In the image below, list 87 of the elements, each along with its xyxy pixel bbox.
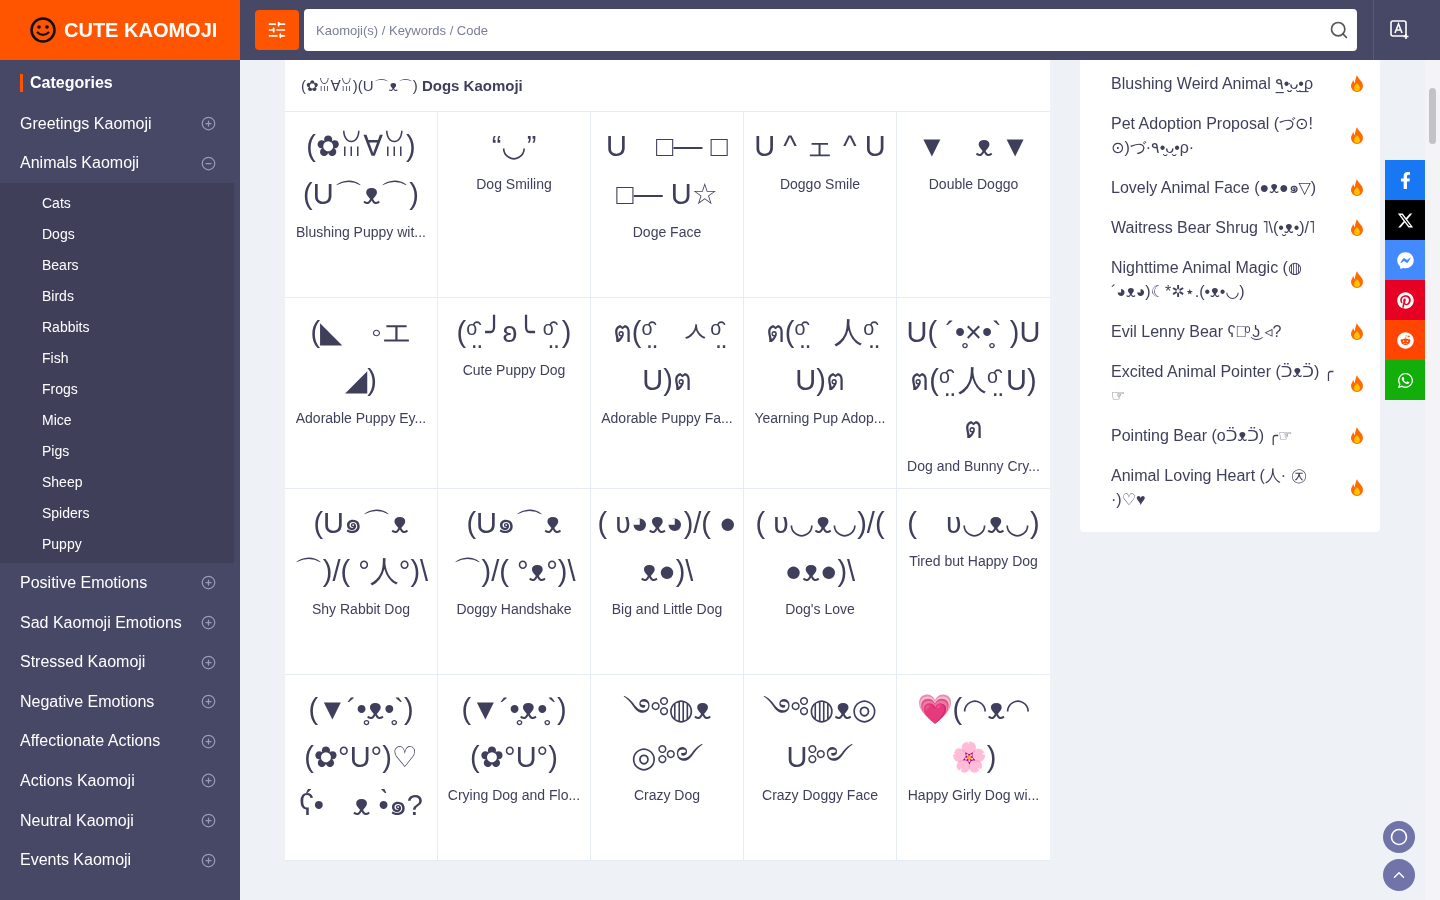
filter-button[interactable]: [255, 10, 299, 50]
scrollbar[interactable]: [1425, 60, 1440, 900]
search-field[interactable]: Kaomoji(s) / Keywords / Code: [304, 9, 1357, 51]
trending-item[interactable]: Excited Animal Pointer (ᑒᴥᑒ) ╭☞: [1080, 352, 1380, 416]
kaomoji-tile[interactable]: ( ʋ◡ᴥ◡) Tired but Happy Dog: [897, 489, 1050, 675]
fire-icon: [1350, 375, 1364, 393]
messenger-icon: [1396, 251, 1414, 269]
sliders-icon: [267, 20, 287, 40]
kaomoji-tile[interactable]: (ᵒ̤̑ ╯ʚ╰ ᵒ̤̑ ) Cute Puppy Dog: [438, 298, 591, 489]
category-item[interactable]: Positive Emotions: [0, 563, 240, 603]
fire-icon: [1350, 479, 1364, 497]
fire-icon: [1350, 75, 1364, 93]
subcategory-item[interactable]: Spiders: [0, 497, 234, 529]
category-item[interactable]: Sad Kaomoji Emotions: [0, 602, 240, 643]
category-item[interactable]: Negative Emotions: [0, 681, 240, 722]
scroll-top-button[interactable]: [1383, 859, 1415, 891]
kaomoji-tile[interactable]: (U๑⌒ᴥ⌒)/( °人°)\ Shy Rabbit Dog: [285, 489, 438, 675]
category-item[interactable]: Neutral Kaomoji: [0, 800, 240, 841]
trending-item[interactable]: Lovely Animal Face (●ᴥ●๑▽): [1080, 168, 1380, 208]
kaomoji-tile[interactable]: ( ʋ◕ᴥ◕)/( ●ᴥ●)\ Big and Little Dog: [591, 489, 744, 675]
kaomoji-tile[interactable]: ༺◍ᴥ◎U༻ Crazy Doggy Face: [744, 675, 897, 861]
kaomoji-tile[interactable]: 💗(◠ᴥ◠ 🌸) Happy Girly Dog wi...: [897, 675, 1050, 861]
subcategory-item[interactable]: Puppy: [0, 528, 234, 560]
subcategory-item[interactable]: Fish: [0, 342, 234, 374]
subcategory-item[interactable]: Mice: [0, 404, 234, 436]
trending-item[interactable]: Evil Lenny Bear ʕ▹ͦ ͜ʖ ◃?: [1080, 312, 1380, 352]
kaomoji-tile[interactable]: U □— □ □— U☆ Doge Face: [591, 112, 744, 298]
kaomoji-tile[interactable]: ( ʋ◡ᴥ◡)/( ●ᴥ●)\ Dog's Love: [744, 489, 897, 675]
sidebar-title: Categories: [20, 74, 240, 92]
kaomoji-tile[interactable]: (▼´•̥ᴥ•̥`)(✿°U°) Crying Dog and Flo...: [438, 675, 591, 861]
smiley-icon: [30, 17, 56, 43]
expand-icon[interactable]: [201, 654, 216, 670]
trending-item[interactable]: Waitress Bear Shrug ˥\(•̮ᴥ•̮)/˥: [1080, 208, 1380, 248]
expand-icon[interactable]: [201, 116, 216, 132]
expand-icon[interactable]: [201, 694, 216, 710]
expand-icon[interactable]: [201, 615, 216, 631]
category-item[interactable]: Greetings Kaomoji: [0, 104, 240, 144]
expand-icon[interactable]: [201, 813, 216, 829]
section-title: (✿ꈍ∀ꈍ)(U⌒ᴥ⌒) Dogs Kaomoji: [285, 60, 1050, 112]
category-item[interactable]: Stressed Kaomoji: [0, 642, 240, 682]
category-item[interactable]: Animals Kaomoji: [0, 143, 240, 184]
kaomoji-tile[interactable]: “◡” Dog Smiling: [438, 112, 591, 298]
trending-item[interactable]: Nighttime Animal Magic (◍ ´◕ᴥ◕)☾*✲⋆.(•ᴥ•◡): [1080, 248, 1380, 312]
subcategory-item[interactable]: Pigs: [0, 435, 234, 467]
trending-item[interactable]: Pointing Bear (oᑒᴥᑒ) ╭☞: [1080, 416, 1380, 456]
kaomoji-tile[interactable]: ต(ᵒ̤̑ 人ᵒ̤̑ U)ต Yearning Pup Adop...: [744, 298, 897, 489]
fire-icon: [1350, 427, 1364, 445]
subcategory-item[interactable]: Dogs: [0, 218, 234, 250]
reddit-icon: [1396, 331, 1414, 349]
kaomoji-tile[interactable]: U ^ ェ ^ U Doggo Smile: [744, 112, 897, 298]
x-icon: [1396, 211, 1414, 229]
trending-item[interactable]: Blushing Weird Animal ٩̲•ּ̮̮ᴗ̮•̲ρ: [1080, 64, 1380, 104]
whatsapp-icon: [1396, 371, 1414, 389]
fire-icon: [1350, 179, 1364, 197]
expand-icon[interactable]: [201, 852, 216, 868]
search-icon[interactable]: [1329, 20, 1349, 40]
kaomoji-tile[interactable]: U( ´•̥×•̥` )Uต(ᵒ̤̑ 人ᵒ̤̑ U)ต Dog and Bunny Cry...: [897, 298, 1050, 489]
pinterest-icon: [1396, 291, 1414, 309]
subcategory-item[interactable]: Sheep: [0, 466, 234, 498]
fire-icon: [1350, 271, 1364, 289]
kaomoji-tile[interactable]: (U๑⌒ᴥ⌒)/( °ᴥ°)\ Doggy Handshake: [438, 489, 591, 675]
expand-icon[interactable]: [201, 575, 216, 591]
add-text-icon[interactable]: [1390, 20, 1410, 40]
share-button[interactable]: [1385, 200, 1425, 240]
fire-icon: [1350, 127, 1364, 145]
collapse-icon[interactable]: [201, 155, 216, 171]
subcategory-item[interactable]: Cats: [0, 187, 234, 219]
kaomoji-tile[interactable]: ▼ ᴥ ▼ Double Doggo: [897, 112, 1050, 298]
subcategory-item[interactable]: Birds: [0, 280, 234, 312]
expand-icon[interactable]: [201, 773, 216, 789]
kaomoji-tile[interactable]: ต(ᵒ̤̑ ㅅᵒ̤̑ U)ต Adorable Puppy Fa...: [591, 298, 744, 489]
trending-item[interactable]: Animal Loving Heart (人· ㉨·)♡♥: [1080, 456, 1380, 520]
fire-icon: [1350, 323, 1364, 341]
fire-icon: [1350, 219, 1364, 237]
category-item[interactable]: Affectionate Actions: [0, 721, 240, 762]
category-item[interactable]: Events Kaomoji: [0, 840, 240, 880]
subcategory-item[interactable]: Rabbits: [0, 311, 234, 343]
kaomoji-tile[interactable]: (◣ ◦エ ◢) Adorable Puppy Ey...: [285, 298, 438, 489]
kaomoji-tile[interactable]: ༺◍ᴥ◎༻ Crazy Dog: [591, 675, 744, 861]
kaomoji-tile[interactable]: (✿ꈍ∀ꈍ)(U⌒ᴥ⌒) Blushing Puppy wit...: [285, 112, 438, 298]
kaomoji-tile[interactable]: (▼´•̥ᴥ•̥`)(✿°U°)♡ ʕ́• ᴥ •̀๑?: [285, 675, 438, 861]
category-item[interactable]: Actions Kaomoji: [0, 761, 240, 801]
subcategory-item[interactable]: Bears: [0, 249, 234, 281]
subcategory-item[interactable]: Frogs: [0, 373, 234, 405]
trending-item[interactable]: Pet Adoption Proposal (づ⊙! ⊙)づ·٩•̮ᴗ̮•ρ·: [1080, 104, 1380, 168]
theme-toggle-button[interactable]: [1383, 821, 1415, 853]
expand-icon[interactable]: [201, 733, 216, 749]
